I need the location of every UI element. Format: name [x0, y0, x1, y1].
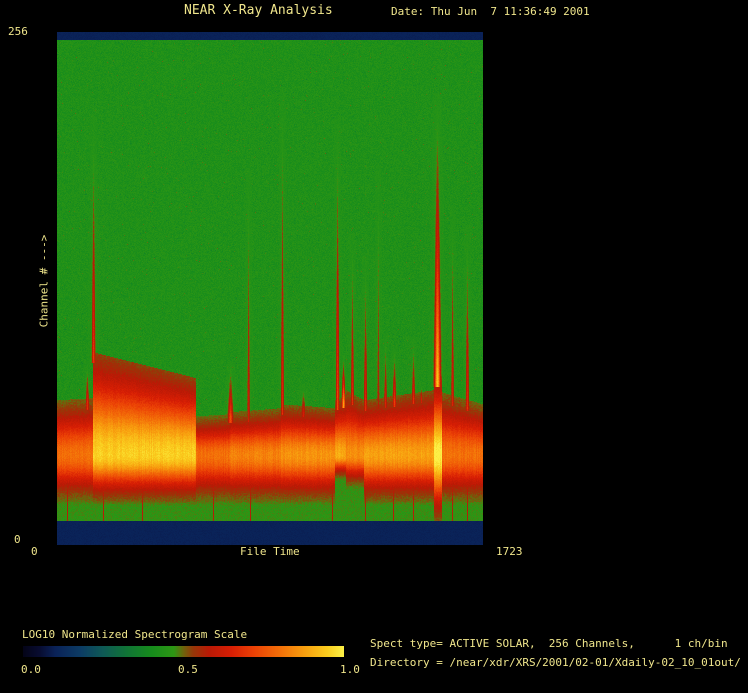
y-axis-min-tick: 0 — [14, 533, 21, 546]
y-axis-max-tick: 256 — [8, 25, 28, 38]
colorbar-tick-min: 0.0 — [21, 663, 41, 676]
spectrogram-heatmap — [57, 32, 483, 545]
date-label: Date: Thu Jun 7 11:36:49 2001 — [391, 5, 590, 18]
colorbar-tick-mid: 0.5 — [178, 663, 198, 676]
colorbar-title: LOG10 Normalized Spectrogram Scale — [22, 628, 248, 641]
x-axis-min-tick: 0 — [31, 545, 38, 558]
y-axis-title: Channel # ---> — [37, 234, 51, 328]
x-axis-max-tick: 1723 — [496, 545, 523, 558]
near-xray-analysis-window: NEAR X-Ray Analysis Date: Thu Jun 7 11:3… — [0, 0, 748, 693]
colorbar-gradient — [23, 646, 344, 657]
page-title: NEAR X-Ray Analysis — [184, 3, 333, 18]
spect-type-line: Spect type= ACTIVE SOLAR, 256 Channels, … — [370, 637, 728, 650]
x-axis-title: File Time — [240, 545, 300, 558]
colorbar-tick-max: 1.0 — [340, 663, 360, 676]
directory-line: Directory = /near/xdr/XRS/2001/02-01/Xda… — [370, 656, 741, 669]
